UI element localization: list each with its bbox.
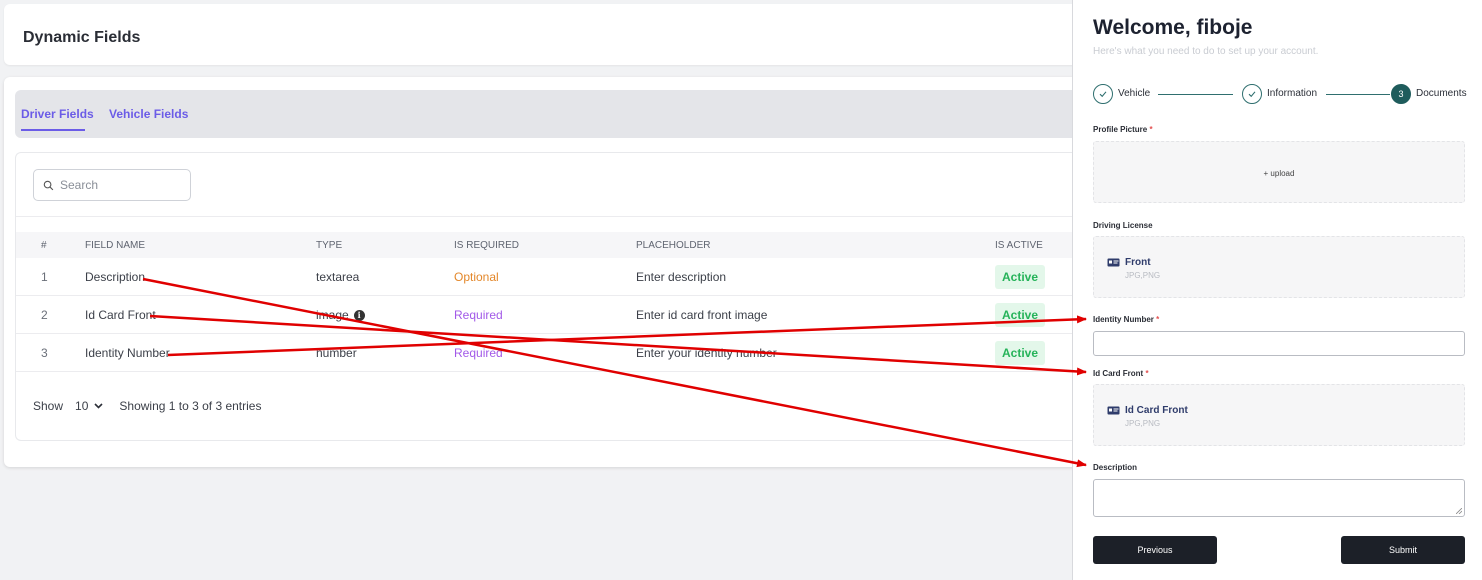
step-documents-number: 3: [1391, 84, 1411, 104]
identity-number-label: Identity Number *: [1093, 315, 1159, 324]
profile-picture-label-text: Profile Picture: [1093, 125, 1148, 134]
field-required-status: Optional: [454, 270, 499, 284]
field-type-text: image: [316, 308, 349, 322]
field-name: Identity Number: [85, 346, 170, 360]
identity-number-label-text: Identity Number: [1093, 315, 1154, 324]
stepper: Vehicle Information 3 Documents: [1093, 84, 1467, 104]
field-name: Description: [85, 270, 146, 284]
step-connector: [1326, 94, 1390, 95]
field-required-status: Required: [454, 346, 503, 360]
field-name: Id Card Front: [85, 308, 156, 322]
table-row[interactable]: 3 Identity Number number Required Enter …: [16, 334, 1085, 372]
id-card-icon: [1107, 258, 1120, 267]
row-number: 2: [41, 308, 48, 322]
doc-title: Front: [1107, 257, 1151, 268]
field-type-text: textarea: [316, 270, 360, 284]
id-card-front-label: Id Card Front *: [1093, 369, 1149, 378]
page-title-card: Dynamic Fields: [4, 4, 1084, 65]
check-icon: [1099, 91, 1107, 98]
id-card-front-label-text: Id Card Front: [1093, 369, 1144, 378]
table-row[interactable]: 2 Id Card Front image i Required Enter id…: [16, 296, 1085, 334]
active-badge[interactable]: Active: [995, 265, 1046, 289]
doc-title-text: Front: [1125, 257, 1151, 268]
header-field-name: FIELD NAME: [85, 240, 146, 251]
tab-driver-fields[interactable]: Driver Fields: [21, 107, 94, 121]
header-is-active: IS ACTIVE: [995, 240, 1043, 251]
chevron-down-icon: [94, 403, 103, 409]
driving-license-upload[interactable]: Front JPG,PNG: [1093, 236, 1465, 298]
id-card-icon: [1107, 406, 1120, 415]
entries-info: Showing 1 to 3 of 3 entries: [119, 399, 262, 413]
show-label: Show: [33, 399, 64, 413]
header-placeholder: PLACEHOLDER: [636, 240, 711, 251]
main-card: Driver Fields Vehicle Fields # FIELD NAM…: [4, 77, 1085, 467]
step-information-check: [1242, 84, 1262, 104]
page-size-select[interactable]: 10: [75, 399, 103, 413]
row-number: 3: [41, 346, 48, 360]
divider: [16, 216, 1085, 217]
search-icon: [43, 180, 54, 190]
driving-license-label: Driving License: [1093, 221, 1153, 230]
description-textarea[interactable]: [1093, 479, 1465, 517]
required-star: *: [1145, 369, 1149, 378]
resize-handle-icon[interactable]: [1456, 508, 1462, 514]
field-placeholder: Enter your identity number: [636, 346, 777, 360]
active-tab-indicator: [21, 129, 85, 131]
welcome-subtitle: Here's what you need to do to set up you…: [1093, 46, 1319, 57]
active-badge[interactable]: Active: [995, 303, 1046, 327]
info-icon[interactable]: i: [353, 309, 365, 321]
onboarding-panel: Welcome, fiboje Here's what you need to …: [1072, 0, 1482, 580]
welcome-title: Welcome, fiboje: [1093, 16, 1253, 39]
table-footer: Show 10 Showing 1 to 3 of 3 entries: [33, 399, 261, 413]
field-type: number: [316, 346, 357, 360]
doc-title-text: Id Card Front: [1125, 405, 1188, 416]
profile-picture-label: Profile Picture *: [1093, 125, 1153, 134]
doc-title: Id Card Front: [1107, 405, 1188, 416]
check-icon: [1248, 91, 1256, 98]
table-header: # FIELD NAME TYPE IS REQUIRED PLACEHOLDE…: [16, 232, 1085, 258]
required-star: *: [1156, 315, 1160, 324]
field-type-text: number: [316, 346, 357, 360]
step-label-documents: Documents: [1416, 88, 1467, 99]
step-label-information: Information: [1267, 88, 1318, 99]
profile-picture-upload[interactable]: + upload: [1093, 141, 1465, 203]
step-label-vehicle: Vehicle: [1118, 88, 1151, 99]
description-label: Description: [1093, 463, 1138, 472]
page-size-value: 10: [75, 399, 89, 413]
tab-vehicle-fields[interactable]: Vehicle Fields: [109, 107, 188, 121]
field-required-status: Required: [454, 308, 503, 322]
identity-number-input[interactable]: [1093, 331, 1465, 356]
doc-formats: JPG,PNG: [1125, 419, 1161, 428]
header-number: #: [41, 240, 47, 251]
doc-formats: JPG,PNG: [1125, 271, 1161, 280]
page-title: Dynamic Fields: [23, 29, 141, 46]
required-star: *: [1149, 125, 1153, 134]
field-placeholder: Enter id card front image: [636, 308, 768, 322]
fields-table-container: # FIELD NAME TYPE IS REQUIRED PLACEHOLDE…: [15, 152, 1085, 441]
field-type: image i: [316, 308, 365, 322]
previous-button[interactable]: Previous: [1093, 536, 1217, 564]
search-input[interactable]: [60, 178, 180, 192]
search-box[interactable]: [33, 169, 191, 201]
upload-text: + upload: [1263, 169, 1295, 178]
table-row[interactable]: 1 Description textarea Optional Enter de…: [16, 258, 1085, 296]
tabs-bar: Driver Fields Vehicle Fields: [15, 90, 1084, 138]
header-type: TYPE: [316, 240, 343, 251]
header-is-required: IS REQUIRED: [454, 240, 520, 251]
submit-button[interactable]: Submit: [1341, 536, 1465, 564]
row-number: 1: [41, 270, 48, 284]
field-type: textarea: [316, 270, 359, 284]
step-vehicle-check: [1093, 84, 1113, 104]
id-card-front-upload[interactable]: Id Card Front JPG,PNG: [1093, 384, 1465, 446]
field-placeholder: Enter description: [636, 270, 727, 284]
step-connector: [1158, 94, 1233, 95]
active-badge[interactable]: Active: [995, 341, 1046, 365]
